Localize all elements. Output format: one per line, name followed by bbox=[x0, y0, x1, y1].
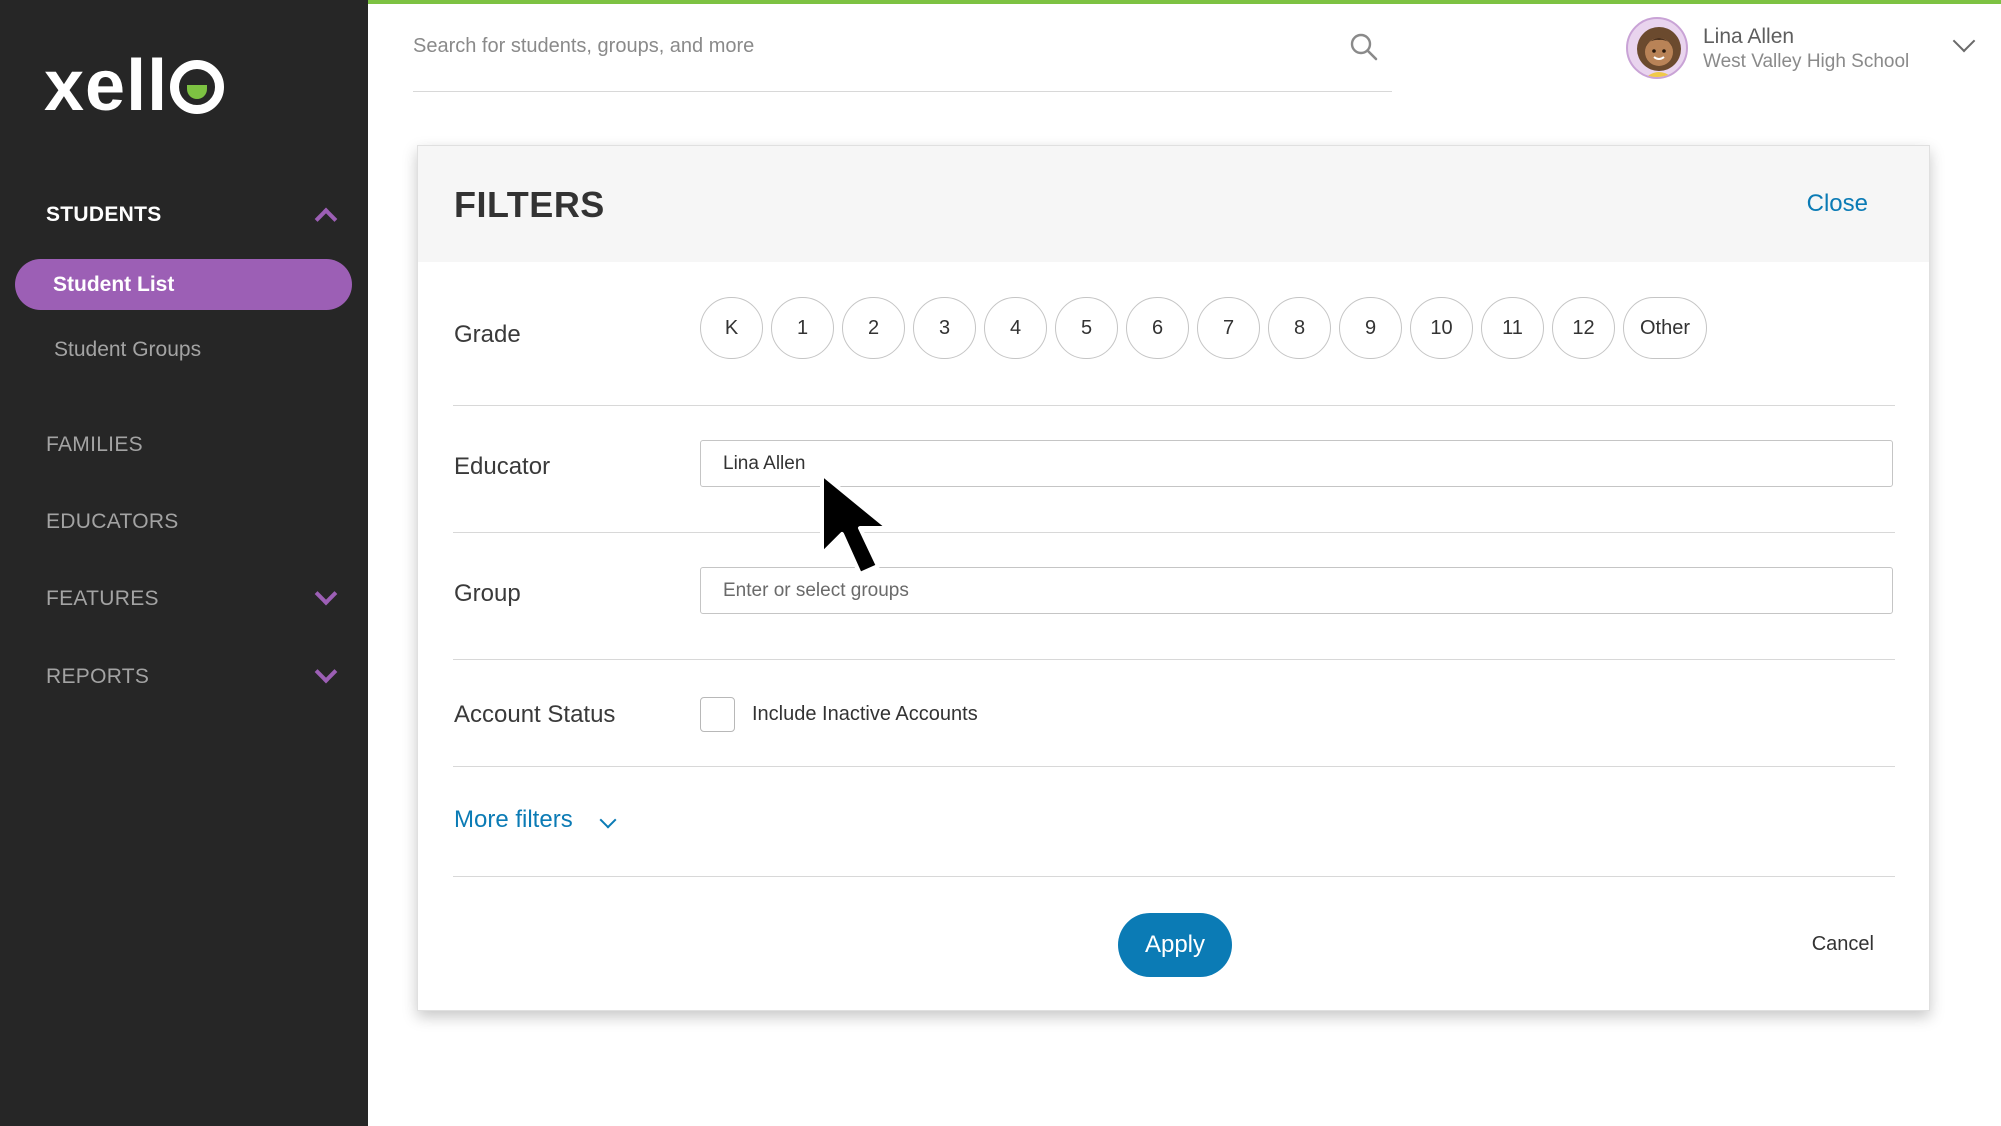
search-icon[interactable] bbox=[1349, 32, 1379, 62]
xello-logo[interactable]: xell bbox=[44, 50, 225, 122]
divider bbox=[453, 532, 1895, 533]
user-school: West Valley High School bbox=[1703, 51, 1910, 72]
account-status-label: Account Status bbox=[454, 701, 616, 728]
sidebar-section-families[interactable]: FAMILIES bbox=[46, 433, 143, 457]
grade-button-11[interactable]: 11 bbox=[1481, 297, 1544, 359]
top-accent-bar bbox=[368, 0, 2001, 4]
sidebar-item-student-groups[interactable]: Student Groups bbox=[54, 338, 201, 362]
user-menu[interactable]: Lina Allen West Valley High School bbox=[1626, 17, 1996, 81]
include-inactive-label[interactable]: Include Inactive Accounts bbox=[752, 703, 978, 726]
sidebar-section-students[interactable]: STUDENTS bbox=[46, 203, 162, 227]
grade-button-10[interactable]: 10 bbox=[1410, 297, 1473, 359]
cancel-button[interactable]: Cancel bbox=[1812, 933, 1874, 956]
logo-o-mark bbox=[170, 60, 225, 114]
grade-button-5[interactable]: 5 bbox=[1055, 297, 1118, 359]
grade-button-9[interactable]: 9 bbox=[1339, 297, 1402, 359]
grade-button-1[interactable]: 1 bbox=[771, 297, 834, 359]
chevron-up-icon[interactable] bbox=[314, 207, 338, 231]
close-button[interactable]: Close bbox=[1807, 190, 1868, 218]
grade-label: Grade bbox=[454, 321, 521, 348]
chevron-down-icon[interactable] bbox=[1952, 29, 1976, 53]
divider bbox=[453, 659, 1895, 660]
filters-header: FILTERS Close bbox=[418, 146, 1929, 262]
avatar[interactable] bbox=[1626, 17, 1688, 79]
filters-title: FILTERS bbox=[454, 184, 605, 225]
group-label: Group bbox=[454, 580, 521, 607]
chevron-down-icon[interactable] bbox=[314, 582, 338, 606]
grade-button-4[interactable]: 4 bbox=[984, 297, 1047, 359]
grade-button-12[interactable]: 12 bbox=[1552, 297, 1615, 359]
user-name: Lina Allen bbox=[1703, 25, 1795, 48]
grade-button-6[interactable]: 6 bbox=[1126, 297, 1189, 359]
grade-selector: K 1 2 3 4 5 6 7 8 9 10 11 12 Other bbox=[700, 297, 1707, 359]
avatar-illustration-icon bbox=[1637, 27, 1681, 77]
grade-button-other[interactable]: Other bbox=[1623, 297, 1707, 359]
grade-button-3[interactable]: 3 bbox=[913, 297, 976, 359]
apply-button[interactable]: Apply bbox=[1118, 913, 1232, 977]
chevron-down-icon[interactable] bbox=[599, 811, 617, 829]
divider bbox=[453, 405, 1895, 406]
search-bar bbox=[413, 26, 1392, 92]
logo-text: xell bbox=[44, 46, 169, 126]
search-input[interactable] bbox=[413, 26, 1313, 66]
educator-label: Educator bbox=[454, 453, 551, 480]
filters-panel: FILTERS Close Grade K 1 2 3 4 5 6 7 8 9 … bbox=[417, 145, 1930, 1011]
chevron-down-icon[interactable] bbox=[314, 660, 338, 684]
divider bbox=[453, 876, 1895, 877]
grade-button-8[interactable]: 8 bbox=[1268, 297, 1331, 359]
grade-button-2[interactable]: 2 bbox=[842, 297, 905, 359]
mouse-cursor-icon bbox=[820, 472, 890, 576]
more-filters-link[interactable]: More filters bbox=[454, 806, 573, 834]
sidebar-section-features[interactable]: FEATURES bbox=[46, 587, 159, 611]
include-inactive-checkbox[interactable] bbox=[700, 697, 735, 732]
sidebar-item-student-list[interactable]: Student List bbox=[15, 259, 352, 310]
sidebar: xell STUDENTS Student List Student Group… bbox=[0, 0, 368, 1126]
grade-button-7[interactable]: 7 bbox=[1197, 297, 1260, 359]
sidebar-section-educators[interactable]: EDUCATORS bbox=[46, 510, 179, 534]
divider bbox=[453, 766, 1895, 767]
sidebar-section-reports[interactable]: REPORTS bbox=[46, 665, 149, 689]
grade-button-k[interactable]: K bbox=[700, 297, 763, 359]
